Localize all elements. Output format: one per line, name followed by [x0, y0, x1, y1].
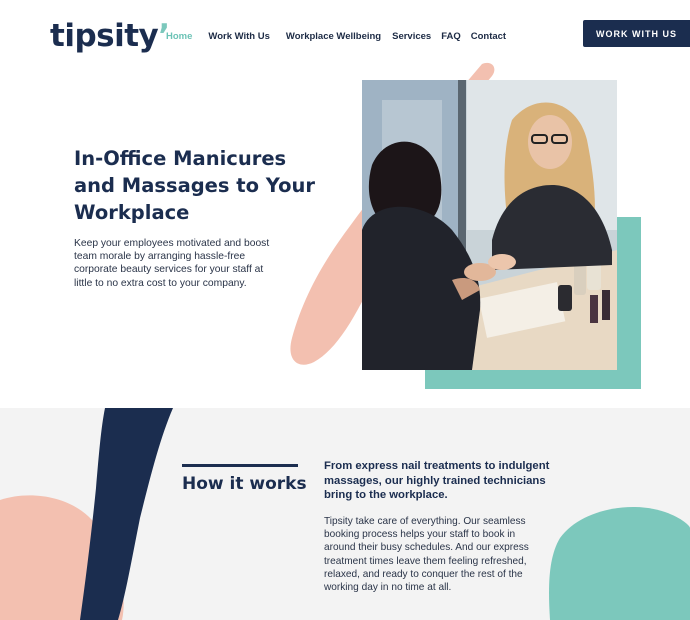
- navy-brush-shape: [80, 408, 173, 620]
- how-it-works-section: How it works From express nail treatment…: [0, 408, 690, 620]
- nav-faq[interactable]: FAQ: [441, 31, 461, 42]
- main-nav: Home Work With Us Workplace Wellbeing Se…: [166, 31, 522, 42]
- hero-description: Keep your employees motivated and boost …: [74, 238, 270, 289]
- hero-title: In-Office Manicures and Massages to Your…: [74, 147, 316, 224]
- nav-services[interactable]: Services: [392, 31, 431, 42]
- logo-text: tipsity: [50, 18, 159, 54]
- nav-workplace-wellbeing[interactable]: Workplace Wellbeing: [286, 31, 381, 42]
- hero-photo-manicure: [362, 80, 617, 370]
- how-it-works-lead: From express nail treatments to indulgen…: [324, 460, 550, 501]
- how-it-works-heading: How it works: [182, 474, 307, 494]
- nav-contact[interactable]: Contact: [471, 31, 506, 42]
- nav-home[interactable]: Home: [166, 31, 192, 42]
- heading-rule: [182, 464, 298, 467]
- tipsity-logo[interactable]: tipsity’: [50, 18, 170, 54]
- how-it-works-body: Tipsity take care of everything. Our sea…: [324, 516, 529, 594]
- manicure-photo-illustration: [362, 80, 617, 370]
- work-with-us-button[interactable]: WORK WITH US: [583, 20, 690, 47]
- teal-blob-shape: [549, 507, 690, 620]
- nav-work-with-us[interactable]: Work With Us: [208, 31, 270, 42]
